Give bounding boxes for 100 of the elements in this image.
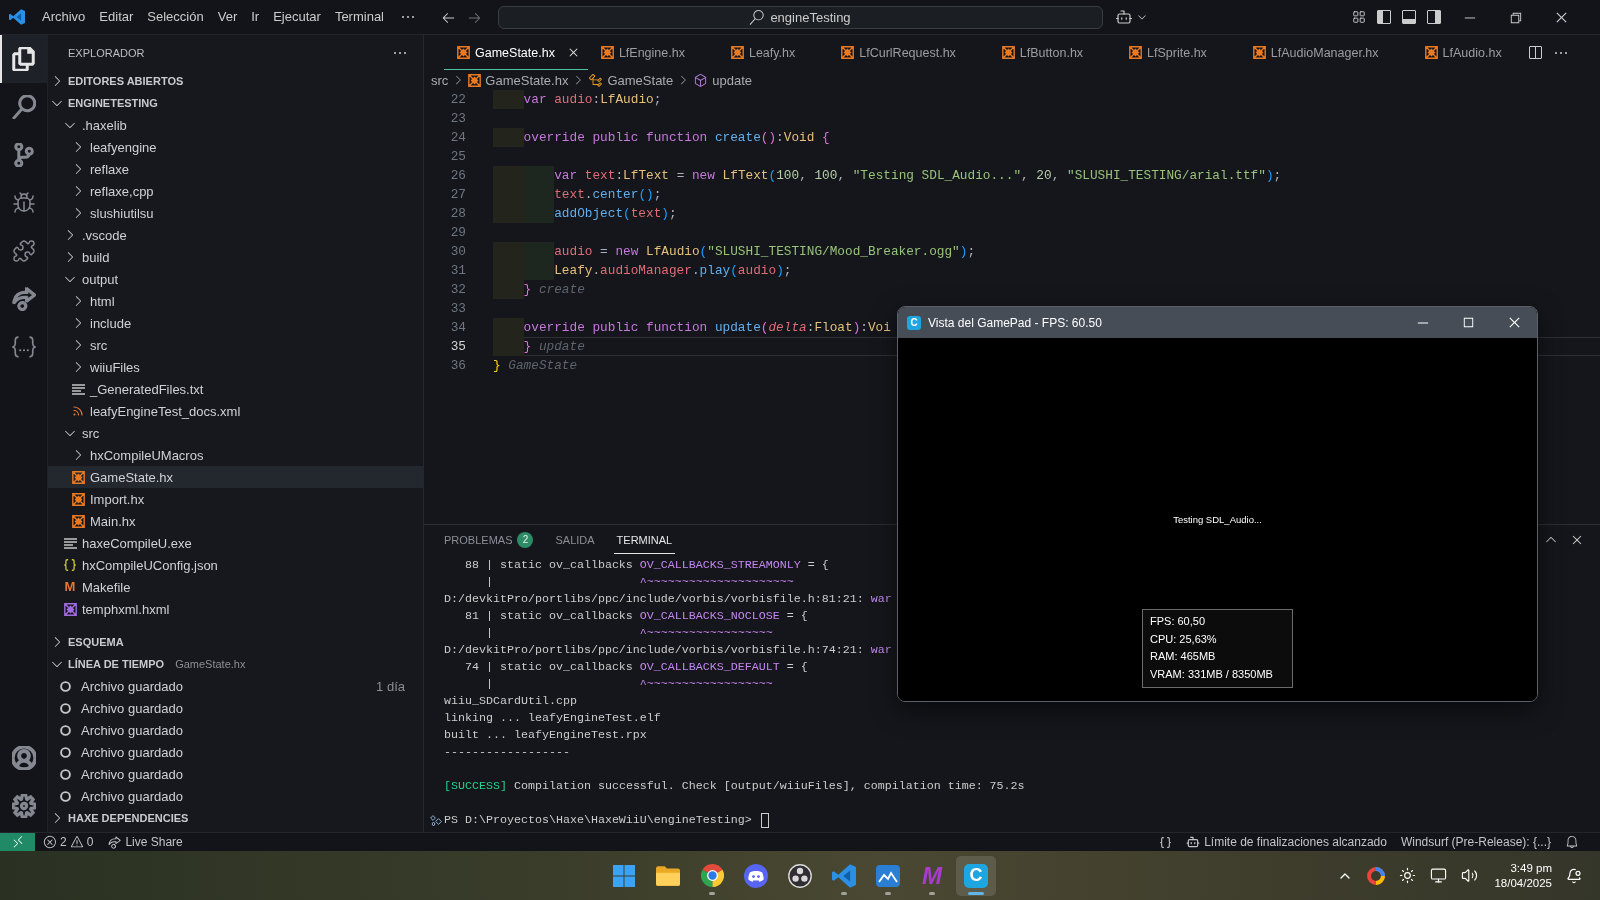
lines-icon xyxy=(71,383,85,395)
section-header[interactable]: EDITORES ABIERTOS xyxy=(48,70,423,92)
tree-item[interactable]: leafyEngineTest_docs.xml xyxy=(48,400,423,422)
line-number: 23 xyxy=(449,111,466,126)
tree-item[interactable]: slushiutilsu xyxy=(48,202,423,224)
editor-tab[interactable]: GameState.hx xyxy=(444,35,588,70)
line-number: 26 xyxy=(449,168,466,183)
menu-item[interactable]: Ejecutar xyxy=(266,5,328,29)
menu-item[interactable]: Archivo xyxy=(35,5,93,29)
tree-item[interactable]: Import.hx xyxy=(48,488,423,510)
tree-item[interactable]: src xyxy=(48,334,423,356)
editor-tab[interactable]: LfEngine.hx xyxy=(587,35,718,70)
terminal-line: D:/devkitPro/portlibs/ppc/include/vorbis/vorbisfile.h:74:21: war xyxy=(444,642,892,659)
layout-grid-icon[interactable] xyxy=(1351,10,1366,24)
braces-icon xyxy=(63,558,77,572)
tree-item[interactable]: _GeneratedFiles.txt xyxy=(48,378,423,400)
tree-item[interactable]: .haxelib xyxy=(48,114,423,136)
remote-button[interactable] xyxy=(0,833,35,851)
editor-tab[interactable]: Leafy.hx xyxy=(717,35,829,70)
tree-item[interactable]: wiiuFiles xyxy=(48,356,423,378)
tree-item[interactable]: M Makefile xyxy=(48,576,423,598)
tree-item[interactable]: hxCompileUMacros xyxy=(48,444,423,466)
sidebar-right-icon[interactable] xyxy=(1425,9,1442,25)
share-arrow-icon xyxy=(108,835,122,849)
panel-bottom-icon[interactable] xyxy=(1400,9,1417,25)
timeline-item[interactable]: Archivo guardado 1 día xyxy=(48,675,423,697)
four-squares-icon xyxy=(612,863,636,888)
editor-tab[interactable]: LfCurlRequest.hx xyxy=(828,35,989,70)
tree-item[interactable]: temphxml.hxml xyxy=(48,598,423,620)
timeline-item[interactable]: Archivo guardado xyxy=(48,719,423,741)
stats-line: FPS: 60,50 xyxy=(1150,614,1207,629)
section-header[interactable]: ESQUEMA xyxy=(48,631,423,653)
panel-tab[interactable]: PROBLEMAS 2 xyxy=(441,525,537,554)
activity-bar-item[interactable] xyxy=(0,35,47,83)
breadcrumb-item[interactable]: update xyxy=(693,72,752,88)
menu-item[interactable]: Terminal xyxy=(327,5,391,29)
tree-item[interactable]: output xyxy=(48,268,423,290)
timeline-item[interactable]: Archivo guardado xyxy=(48,785,423,807)
panel-tab[interactable]: TERMINAL xyxy=(613,525,676,554)
breadcrumb-item[interactable]: GameState xyxy=(588,72,674,88)
ring-icon[interactable] xyxy=(1367,866,1386,885)
file-icon xyxy=(841,46,855,59)
menu-item[interactable]: Selección xyxy=(140,5,211,29)
sun-icon[interactable] xyxy=(1399,867,1417,884)
menu-item[interactable]: Ir xyxy=(244,5,267,29)
warning-icon[interactable] xyxy=(69,835,84,849)
search-field[interactable]: engineTesting xyxy=(497,5,1103,29)
app-logo-icon xyxy=(832,863,856,888)
timeline-item[interactable]: Archivo guardado xyxy=(48,763,423,785)
tree-item[interactable]: hxCompileUConfig.json xyxy=(48,554,423,576)
tree-item[interactable]: build xyxy=(48,246,423,268)
menu-item[interactable]: Ver xyxy=(210,5,245,29)
monitor-icon[interactable] xyxy=(1430,867,1448,884)
code-line: } update xyxy=(523,339,585,354)
tree-item[interactable]: reflaxe xyxy=(48,158,423,180)
tree-item[interactable]: html xyxy=(48,290,423,312)
section-header[interactable]: ENGINETESTING xyxy=(48,92,423,114)
terminal-line: | ^~~~~~~~~~~~~~~~~~~~~~ xyxy=(485,574,794,591)
menu-item[interactable]: Editar xyxy=(92,5,141,29)
editor-tab[interactable]: LfButton.hx xyxy=(988,35,1117,70)
tree-item[interactable]: .vscode xyxy=(48,224,423,246)
speaker-icon[interactable] xyxy=(1461,867,1479,884)
editor-tab[interactable]: LfAudioManager.hx xyxy=(1239,35,1412,70)
bell-icon[interactable] xyxy=(1565,835,1579,849)
extension-status[interactable]: Windsurf (Pre-Release): {...} xyxy=(1393,835,1558,849)
terminal-line: 81 | static ov_callbacks OV_CALLBACKS_NOCLOSE = { xyxy=(465,608,808,625)
braces-icon xyxy=(11,335,36,359)
split-editor-icon[interactable] xyxy=(1527,44,1543,61)
app-glyph: C xyxy=(964,863,988,888)
editor-tab[interactable]: LfAudio.hx xyxy=(1411,35,1535,70)
panel-tab[interactable]: SALIDA xyxy=(552,525,598,554)
clock[interactable]: 3:49 pm 18/04/2025 xyxy=(1494,860,1552,891)
section-header[interactable]: LÍNEA DE TIEMPO GameState.hx xyxy=(48,653,423,675)
search-icon xyxy=(749,9,765,25)
tree-item[interactable]: haxeCompileU.exe xyxy=(48,532,423,554)
sidebar-left-icon[interactable] xyxy=(1375,9,1392,25)
tree-item[interactable]: reflaxe,cpp xyxy=(48,180,423,202)
timeline-item[interactable]: Archivo guardado xyxy=(48,741,423,763)
cube-icon xyxy=(693,72,709,88)
breadcrumb-item[interactable]: src xyxy=(431,72,449,88)
editor-tab[interactable]: LfSprite.hx xyxy=(1116,35,1240,70)
tree-item[interactable]: leafyengine xyxy=(48,136,423,158)
live-share-status[interactable]: Live Share xyxy=(101,835,190,849)
bell-icon[interactable] xyxy=(1566,867,1582,884)
lines-icon xyxy=(63,537,77,549)
puzzle-icon xyxy=(11,239,36,263)
robot-icon[interactable] xyxy=(1114,8,1133,26)
tree-item[interactable]: include xyxy=(48,312,423,334)
terminal-line: ------------------ xyxy=(444,744,570,761)
braces-icon[interactable] xyxy=(1159,835,1173,849)
tree-item[interactable]: GameState.hx xyxy=(48,466,423,488)
timeline-item[interactable]: Archivo guardado xyxy=(48,697,423,719)
tree-item[interactable]: Main.hx xyxy=(48,510,423,532)
section-header[interactable]: HAXE DEPENDENCIES xyxy=(48,807,423,829)
error-icon[interactable] xyxy=(43,835,57,849)
breadcrumb-item[interactable]: GameState.hx xyxy=(468,72,569,88)
tree-item[interactable]: src xyxy=(48,422,423,444)
bug-icon xyxy=(11,191,36,215)
stats-line: VRAM: 331MB / 8350MB xyxy=(1150,667,1274,683)
copilot-status[interactable]: Límite de finalizaciones alcanzado xyxy=(1179,835,1394,849)
